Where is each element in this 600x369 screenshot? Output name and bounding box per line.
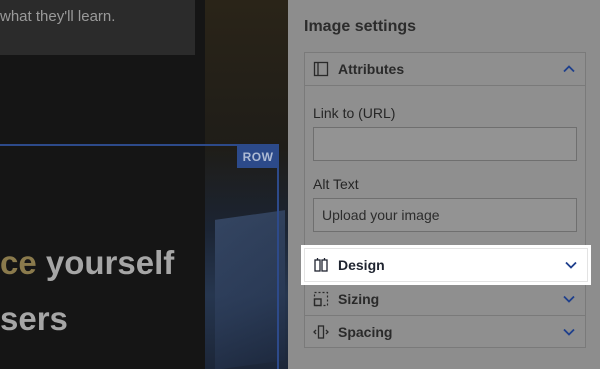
- design-header[interactable]: Design: [305, 249, 587, 281]
- chevron-up-icon[interactable]: [561, 61, 577, 77]
- sizing-header[interactable]: Sizing: [305, 282, 585, 315]
- page-canvas: what they'll learn. ROW ce yourself sers: [0, 0, 288, 369]
- panel-layout-icon: [313, 61, 329, 77]
- spacing-icon: [313, 324, 329, 340]
- heading-line-2: sers: [0, 300, 68, 337]
- design-section: Design: [304, 248, 588, 282]
- panel-title: Image settings: [304, 18, 417, 35]
- row-badge[interactable]: ROW: [237, 145, 279, 168]
- image-settings-panel: Image settings Attributes Link to (URL) …: [288, 0, 600, 369]
- sizing-icon: [313, 291, 329, 307]
- sizing-label: Sizing: [338, 290, 380, 307]
- design-columns-icon: [313, 257, 329, 273]
- alt-text-label: Alt Text: [313, 176, 359, 192]
- design-label: Design: [338, 257, 385, 273]
- attributes-label: Attributes: [338, 61, 405, 77]
- link-url-label: Link to (URL): [313, 105, 396, 121]
- link-url-input[interactable]: [313, 127, 577, 161]
- chevron-down-icon[interactable]: [561, 324, 577, 340]
- heading-accent-text: ce: [0, 244, 37, 281]
- attributes-header[interactable]: Attributes: [305, 53, 585, 86]
- chevron-down-icon[interactable]: [561, 291, 577, 307]
- heading-text: yourself: [36, 244, 175, 281]
- heading-line-1: ce yourself: [0, 244, 174, 282]
- collapsed-sections: Sizing Spacing: [304, 282, 586, 348]
- chevron-down-icon[interactable]: [563, 257, 579, 273]
- spacing-header[interactable]: Spacing: [305, 315, 585, 348]
- intro-text: what they'll learn.: [0, 8, 116, 25]
- intro-text-block[interactable]: what they'll learn.: [0, 0, 195, 55]
- alt-text-input[interactable]: Upload your image: [313, 198, 577, 232]
- spacing-label: Spacing: [338, 324, 393, 340]
- attributes-section: Attributes Link to (URL) Alt Text Upload…: [304, 52, 586, 248]
